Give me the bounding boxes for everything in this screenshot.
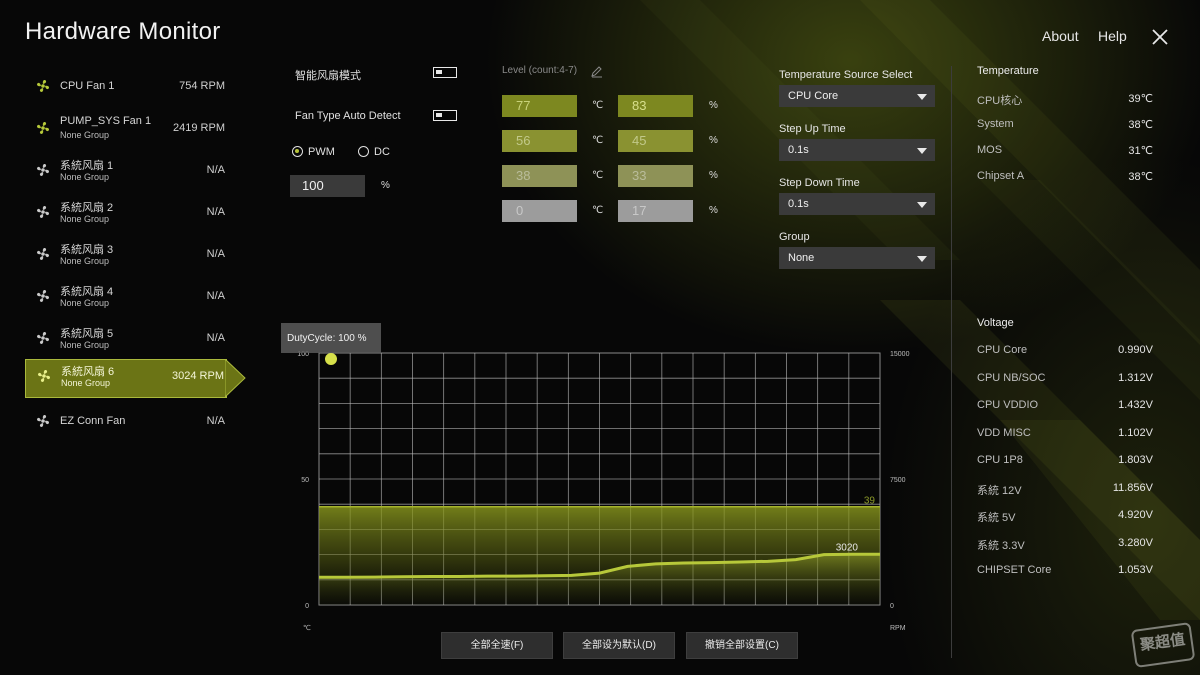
undo-all-button[interactable]: 撤销全部设置(C) [686, 632, 798, 659]
control-point[interactable] [325, 353, 337, 365]
duty-cycle-tooltip: DutyCycle: 100 % [281, 323, 381, 353]
right-axis-unit: RPM [890, 625, 906, 632]
set-all-default-button[interactable]: 全部设为默认(D) [563, 632, 675, 659]
left-axis-tick: 0 [305, 603, 309, 610]
right-axis-tick: 7500 [890, 477, 906, 484]
left-axis-tick: 50 [301, 477, 309, 484]
full-speed-all-button[interactable]: 全部全速(F) [441, 632, 553, 659]
right-axis-tick: 0 [890, 603, 894, 610]
current-temperature-label: 39 [864, 496, 876, 507]
fan-curve-chart[interactable]: 1005001500075000℃ RPM 393020 [0, 0, 1200, 675]
left-axis-unit: ℃ [303, 624, 311, 632]
right-axis-tick: 15000 [890, 351, 910, 358]
current-rpm-label: 3020 [836, 542, 859, 553]
